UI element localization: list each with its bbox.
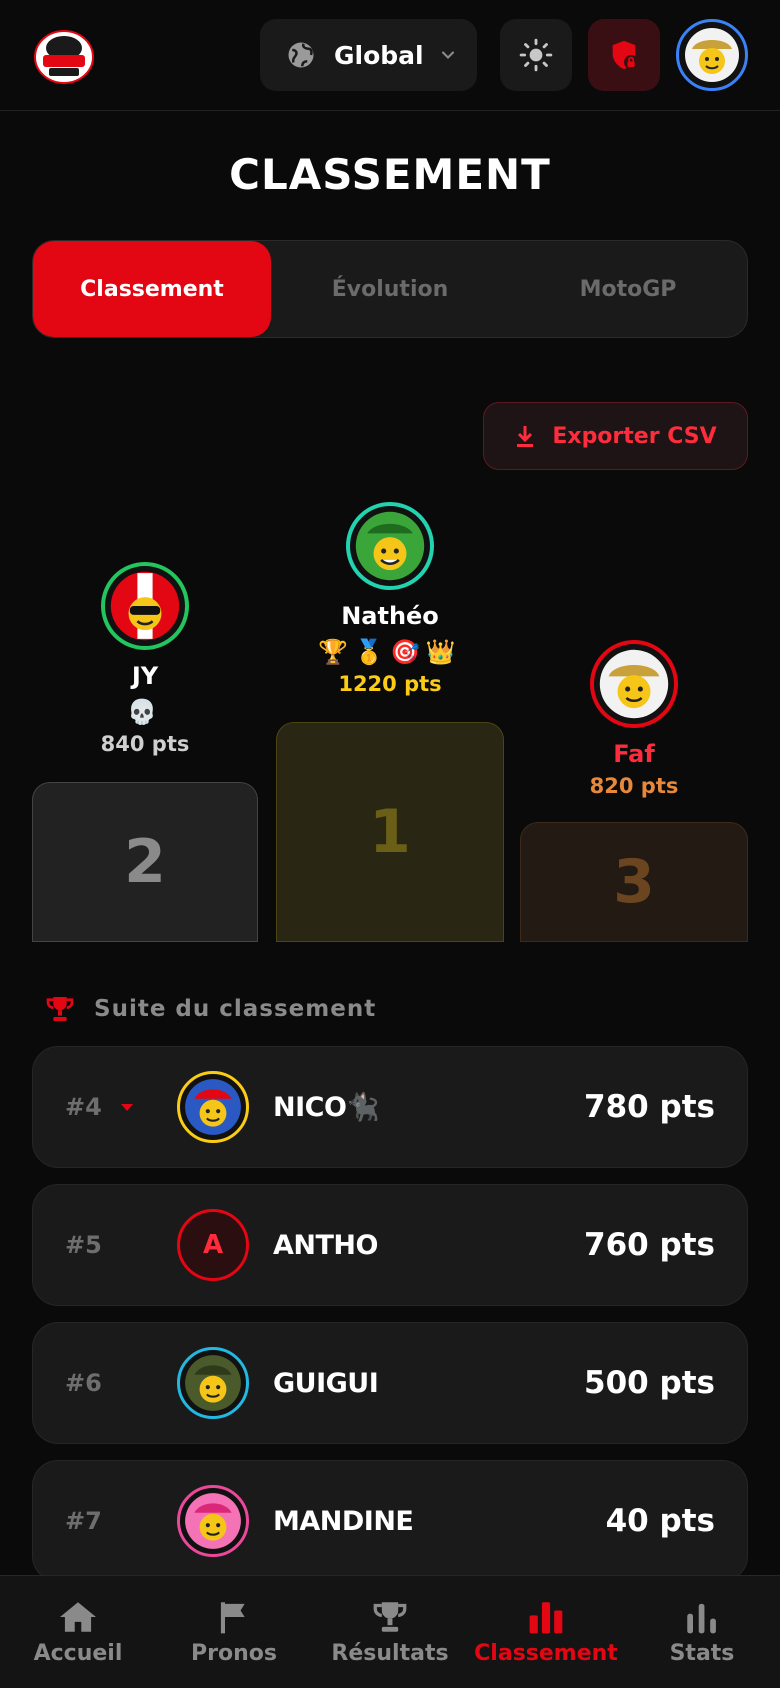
nav-label: Pronos [191,1640,277,1666]
row-points: 760 pts [584,1227,715,1263]
avatar [177,1347,249,1419]
table-row[interactable]: #6 GUIGUI 500 pts [32,1322,748,1444]
row-rank: #7 [65,1507,102,1535]
nav-item-accueil[interactable]: Accueil [0,1576,156,1688]
globe-icon [288,42,314,68]
table-row[interactable]: #4 NICO🐈‍⬛ 780 pts [32,1046,748,1168]
row-points: 500 pts [584,1365,715,1401]
podium-block-third: 3 [520,822,748,942]
helmet-avatar-icon [185,1493,241,1549]
helmet-avatar-icon [185,1355,241,1411]
row-name: GUIGUI [273,1367,379,1399]
trophy-icon [373,1601,407,1632]
scope-selector[interactable]: Global [260,19,477,91]
export-csv-button[interactable]: Exporter CSV [483,402,748,470]
avatar [177,1071,249,1143]
helmet-avatar-icon [599,649,669,719]
row-points: 40 pts [605,1503,715,1539]
home-icon [60,1601,96,1632]
helmet-avatar-icon [110,571,180,641]
row-name: ANTHO [273,1229,378,1261]
helmet-avatar-icon [185,1079,241,1135]
helmet-avatar-icon [685,28,739,82]
row-rank: #6 [65,1369,102,1397]
podium-points: 820 pts [589,774,679,798]
page-title: CLASSEMENT [229,150,551,199]
nav-item-pronos[interactable]: Pronos [156,1576,312,1688]
section-title: Suite du classement [94,996,377,1022]
nav-item-resultats[interactable]: Résultats [312,1576,468,1688]
bottom-nav: Accueil Pronos Résultats Classement Stat… [0,1575,780,1688]
podium-name: JY [131,662,159,690]
row-rank: #4 [65,1093,102,1121]
avatar [101,562,189,650]
admin-button[interactable] [588,19,660,91]
row-rank: #5 [65,1231,102,1259]
avatar [590,640,678,728]
app-header: Global [0,0,780,111]
table-row[interactable]: #5 A ANTHO 760 pts [32,1184,748,1306]
tab-evolution[interactable]: Évolution [271,241,509,337]
trend-down-icon [121,1104,133,1111]
scope-label: Global [334,40,424,70]
podium-block-second: 2 [32,782,258,942]
row-points: 780 pts [584,1089,715,1125]
avatar [346,502,434,590]
podium-badges: 💀 [127,698,163,726]
chevron-down-icon [441,51,454,59]
row-name: MANDINE [273,1505,414,1537]
download-icon [517,426,534,447]
nav-item-stats[interactable]: Stats [624,1576,780,1688]
shield-lock-icon [612,40,639,70]
theme-toggle-button[interactable] [500,19,572,91]
user-avatar[interactable] [676,19,748,91]
nav-item-classement[interactable]: Classement [468,1576,624,1688]
nav-label: Résultats [331,1640,449,1666]
podium-name: Nathéo [341,602,439,630]
bar-chart-icon [529,1601,563,1633]
export-csv-label: Exporter CSV [552,423,717,449]
podium-first[interactable]: Nathéo 🏆🥇🎯👑 1220 pts [276,502,504,696]
podium-block-first: 1 [276,722,504,942]
view-tabs: Classement Évolution MotoGP [32,240,748,338]
avatar: A [177,1209,249,1281]
sun-icon [519,38,553,72]
tab-motogp[interactable]: MotoGP [509,241,747,337]
podium-name: Faf [613,740,655,768]
prono-gp-logo[interactable] [33,28,95,86]
trophy-icon [46,997,74,1021]
podium-points: 840 pts [100,732,190,756]
podium-third[interactable]: Faf 820 pts [520,640,748,798]
podium-badges: 🏆🥇🎯👑 [318,638,462,666]
helmet-avatar-icon [355,511,425,581]
podium-points: 1220 pts [338,672,442,696]
avatar-initial: A [202,1230,224,1260]
nav-label: Classement [474,1640,618,1666]
stats-icon [687,1603,716,1633]
flag-icon [220,1601,245,1633]
tab-classement[interactable]: Classement [33,241,271,337]
nav-label: Accueil [33,1640,123,1666]
row-name: NICO🐈‍⬛ [273,1092,380,1123]
section-header: Suite du classement [44,993,376,1025]
nav-label: Stats [669,1640,735,1666]
table-row[interactable]: #7 MANDINE 40 pts [32,1460,748,1582]
podium-second[interactable]: JY 💀 840 pts [32,562,258,756]
avatar [177,1485,249,1557]
